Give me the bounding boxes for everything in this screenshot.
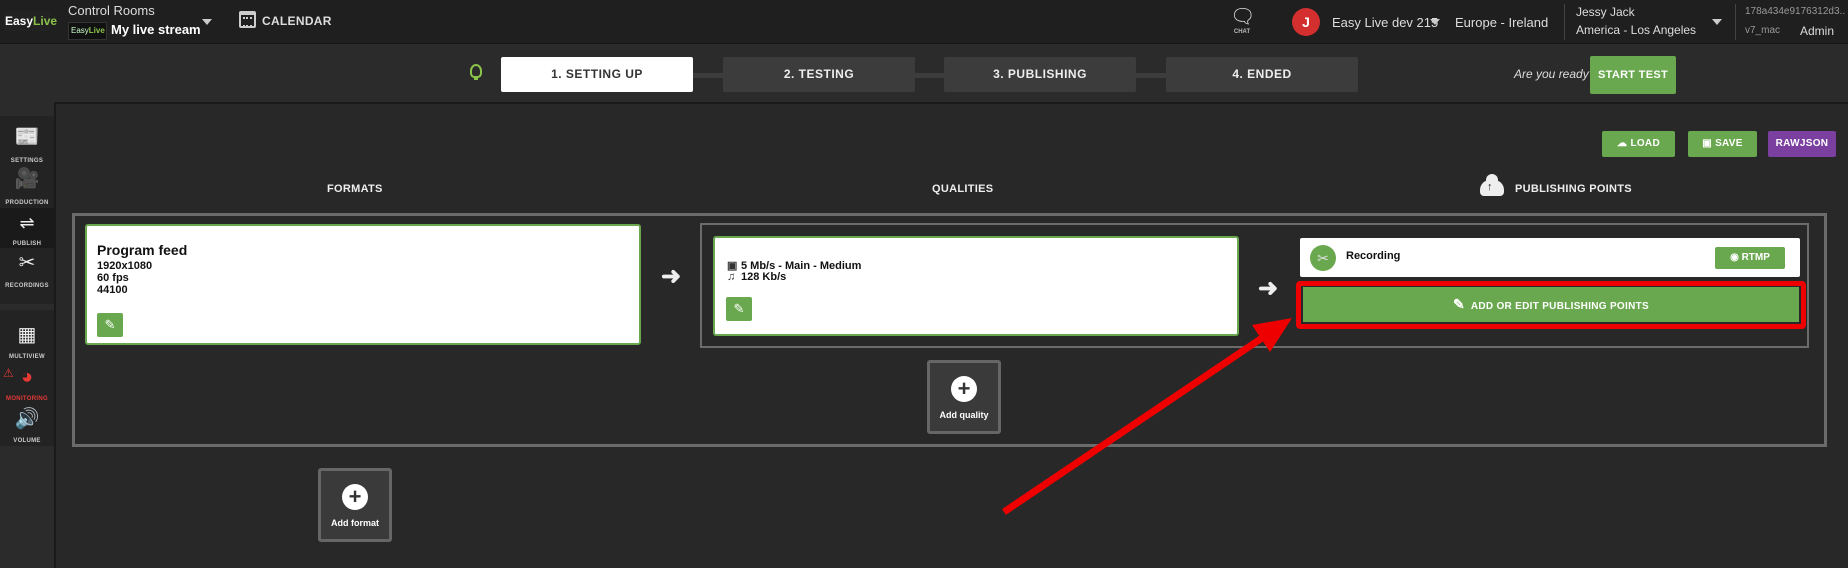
highlight-box [1296, 281, 1806, 329]
sidebar-item-monitoring[interactable]: ⚠ ◕ MONITORING [0, 364, 54, 404]
sidebar-item-publish[interactable]: ⇌ PUBLISH [0, 208, 54, 248]
sidebar-item-volume[interactable]: 🔊 VOLUME [0, 406, 54, 446]
timezone-label: America - Los Angeles [1576, 23, 1697, 37]
stream-selector[interactable]: My live stream [111, 22, 201, 37]
cloud-download-icon: ☁ [1617, 138, 1628, 149]
stream-thumbnail: EasyLive [68, 22, 107, 40]
easylive-logo[interactable]: EasyLive [4, 11, 57, 31]
formats-title: FORMATS [327, 183, 383, 195]
publishing-points-title: PUBLISHING POINTS [1515, 183, 1632, 195]
grid-icon: ▦ [17, 324, 37, 346]
qualities-title: QUALITIES [932, 183, 994, 195]
quality-audio: 128 Kb/s [741, 271, 787, 283]
quality-card[interactable]: ▣ 5 Mb/s - Main - Medium ♫ 128 Kb/s ✎ [713, 236, 1239, 336]
publishing-point-card[interactable]: ✂ Recording ◉ RTMP [1300, 238, 1800, 277]
format-audio: 44100 [97, 284, 128, 296]
edit-quality-button[interactable]: ✎ [726, 297, 752, 321]
sidebar-item-multiview[interactable]: ▦ MULTIVIEW [0, 322, 54, 362]
sidebar-divider [0, 304, 54, 310]
ready-prompt: Are you ready? [1514, 67, 1596, 81]
divider [1564, 4, 1565, 40]
organization-selector[interactable]: Easy Live dev 215 [1332, 15, 1438, 30]
scissors-icon: ✂ [1310, 245, 1336, 271]
publishing-point-name: Recording [1346, 250, 1401, 262]
save-button[interactable]: ▣ SAVE [1688, 131, 1757, 157]
version-label: v7_mac [1745, 25, 1781, 36]
format-title: Program feed [97, 242, 188, 258]
arrow-right-icon: ➜ [661, 263, 682, 290]
format-resolution: 1920x1080 [97, 260, 153, 272]
plus-circle-icon: + [951, 376, 977, 402]
sidebar-item-recordings[interactable]: ✂ RECORDINGS [0, 250, 54, 290]
scissors-icon: ✂ [18, 252, 36, 274]
chat-label[interactable]: CHAT [1230, 29, 1254, 35]
newspaper-icon: 📰 [14, 126, 40, 148]
calendar-link[interactable]: CALENDAR [262, 14, 332, 28]
sidebar-item-production[interactable]: 🎥 PRODUCTION [0, 168, 54, 234]
rtmp-badge[interactable]: ◉ RTMP [1715, 247, 1785, 269]
top-bar: EasyLive Control Rooms EasyLive My live … [0, 0, 1848, 44]
lightbulb-icon[interactable] [470, 64, 482, 80]
avatar[interactable]: J [1292, 8, 1320, 36]
chevron-down-icon[interactable] [1712, 19, 1722, 25]
step-ended[interactable]: 4. ENDED [1166, 57, 1358, 92]
build-id: 178a434e9176312d3... [1745, 6, 1845, 17]
format-card[interactable]: Program feed 1920x1080 60 fps 44100 ✎ [85, 224, 641, 345]
step-publishing[interactable]: 3. PUBLISHING [944, 57, 1136, 92]
arrow-right-icon: ➜ [1258, 275, 1279, 302]
step-setting-up[interactable]: 1. SETTING UP [501, 57, 693, 92]
plus-circle-icon: + [342, 484, 368, 510]
eye-icon: ◉ [1730, 252, 1739, 263]
start-test-button[interactable]: START TEST [1590, 56, 1676, 94]
add-format-button[interactable]: + Add format [318, 468, 392, 542]
divider [1735, 4, 1736, 40]
shuffle-icon: ⇌ [19, 213, 35, 233]
volume-icon: 🔊 [14, 408, 40, 430]
pencil-icon: ✎ [104, 317, 116, 332]
sidebar: 📰 SETTINGS 🎥 PRODUCTION ⇌ PUBLISH ✂ RECO… [0, 116, 54, 446]
chevron-down-icon[interactable] [1430, 19, 1440, 25]
load-button[interactable]: ☁ LOAD [1602, 131, 1675, 157]
dashboard-icon: ◕ [20, 366, 34, 388]
control-rooms-label: Control Rooms [68, 3, 155, 18]
music-icon: ♫ [727, 271, 736, 283]
format-fps: 60 fps [97, 272, 129, 284]
step-testing[interactable]: 2. TESTING [723, 57, 915, 92]
add-quality-button[interactable]: + Add quality [927, 360, 1001, 434]
region-label: Europe - Ireland [1455, 15, 1549, 30]
role-label: Admin [1800, 24, 1835, 38]
calendar-icon[interactable] [239, 11, 256, 28]
edit-format-button[interactable]: ✎ [97, 313, 123, 337]
pencil-icon: ✎ [733, 301, 745, 316]
sidebar-item-settings[interactable]: 📰 SETTINGS [0, 126, 54, 166]
rawjson-button[interactable]: RAWJSON [1768, 131, 1836, 157]
cloud-upload-icon [1480, 174, 1504, 196]
chevron-down-icon[interactable] [202, 19, 212, 25]
user-name[interactable]: Jessy Jack [1576, 5, 1635, 19]
video-camera-icon: 🎥 [14, 168, 40, 190]
chat-icon[interactable]: 🗨 [1230, 7, 1255, 27]
floppy-icon: ▣ [1702, 138, 1712, 149]
